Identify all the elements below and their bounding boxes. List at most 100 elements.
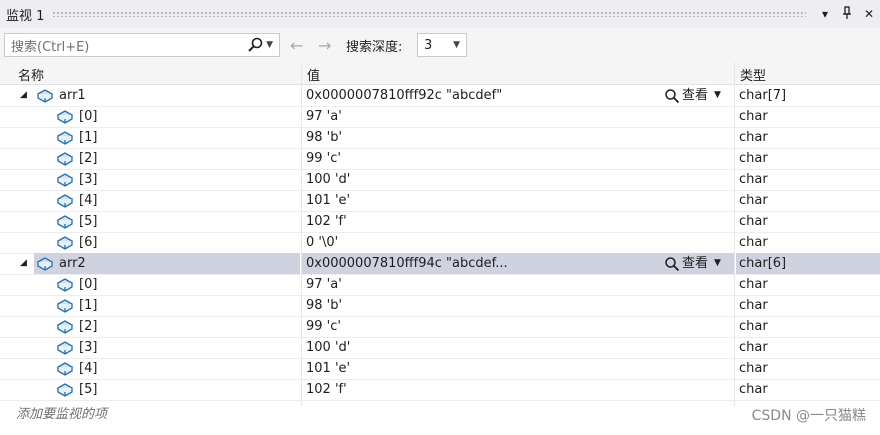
value-cell[interactable]: 100 'd' [302, 337, 734, 358]
watch-row-element[interactable]: [3] 100 'd' char [0, 169, 880, 191]
type-cell[interactable]: char [736, 316, 880, 337]
variable-name: arr2 [59, 256, 86, 271]
type-cell[interactable]: char [736, 358, 880, 379]
type-cell[interactable]: char [736, 379, 880, 400]
name-cell[interactable]: [0] [34, 106, 300, 127]
type-cell[interactable]: char [736, 295, 880, 316]
close-icon[interactable]: ✕ [858, 7, 880, 21]
variable-icon [56, 298, 74, 314]
type-cell[interactable]: char [736, 232, 880, 253]
variable-icon [56, 319, 74, 335]
name-cell[interactable]: [1] [34, 295, 300, 316]
variable-icon [56, 235, 74, 251]
column-name-header[interactable]: 名称 [18, 65, 44, 84]
view-button[interactable]: 查看 ▼ [664, 253, 721, 274]
variable-name: [5] [79, 214, 98, 229]
watch-row-element[interactable]: [6] 0 '\0' char [0, 232, 880, 254]
name-cell[interactable]: arr2 [34, 253, 300, 274]
type-cell[interactable]: char[6] [736, 253, 880, 274]
caret-down-icon[interactable]: ▼ [714, 253, 721, 274]
column-type-header[interactable]: 类型 [740, 65, 766, 84]
type-cell[interactable]: char [736, 274, 880, 295]
value-cell[interactable]: 0x0000007810fff92c "abcdef" 查看 ▼ [302, 85, 734, 106]
expand-collapse-icon[interactable]: ◢ [20, 253, 32, 274]
name-cell[interactable]: [1] [34, 127, 300, 148]
type-cell[interactable]: char[7] [736, 85, 880, 106]
watch-row-element[interactable]: [2] 99 'c' char [0, 148, 880, 170]
value-cell[interactable]: 101 'e' [302, 358, 734, 379]
column-value-header[interactable]: 值 [307, 65, 320, 84]
watch-row-element[interactable]: [1] 98 'b' char [0, 127, 880, 149]
value-cell[interactable]: 102 'f' [302, 379, 734, 400]
watch-row-element[interactable]: [2] 99 'c' char [0, 316, 880, 338]
variable-type: char [739, 277, 768, 292]
value-cell[interactable]: 99 'c' [302, 316, 734, 337]
name-cell[interactable]: [2] [34, 148, 300, 169]
value-cell[interactable]: 98 'b' [302, 295, 734, 316]
caret-down-icon[interactable]: ▼ [714, 85, 721, 106]
type-cell[interactable]: char [736, 211, 880, 232]
variable-value: 102 'f' [306, 382, 347, 397]
value-cell[interactable]: 102 'f' [302, 211, 734, 232]
name-cell[interactable]: [5] [34, 211, 300, 232]
type-cell[interactable]: char [736, 148, 880, 169]
name-cell[interactable]: [6] [34, 232, 300, 253]
name-cell[interactable]: arr1 [34, 85, 300, 106]
type-cell[interactable]: char [736, 169, 880, 190]
name-cell[interactable]: [4] [34, 190, 300, 211]
variable-type: char [739, 298, 768, 313]
chevron-down-icon[interactable]: ▼ [453, 40, 460, 50]
value-cell[interactable]: 97 'a' [302, 106, 734, 127]
add-watch-hint[interactable]: 添加要监视的项 [16, 403, 107, 422]
search-depth-select[interactable]: 3 ▼ [417, 33, 467, 57]
variable-name: [2] [79, 319, 98, 334]
watch-row-element[interactable]: [0] 97 'a' char [0, 274, 880, 296]
search-depth-value[interactable]: 3 [424, 38, 453, 53]
title-bar: 监视 1 ▾ ✕ [0, 0, 880, 28]
value-cell[interactable]: 101 'e' [302, 190, 734, 211]
watch-row-element[interactable]: [3] 100 'd' char [0, 337, 880, 359]
type-cell[interactable]: char [736, 127, 880, 148]
watch-row-element[interactable]: [0] 97 'a' char [0, 106, 880, 128]
type-cell[interactable]: char [736, 106, 880, 127]
name-cell[interactable]: [5] [34, 379, 300, 400]
variable-name: [0] [79, 109, 98, 124]
expand-collapse-icon[interactable]: ◢ [20, 85, 32, 106]
search-placeholder[interactable]: 搜索(Ctrl+E) [11, 36, 246, 55]
watch-row-variable[interactable]: ◢ arr1 0x0000007810fff92c "abcdef" 查看 ▼ char[… [0, 85, 880, 107]
pin-icon[interactable] [836, 5, 858, 23]
name-cell[interactable]: [2] [34, 316, 300, 337]
value-cell[interactable]: 0 '\0' [302, 232, 734, 253]
search-options-caret-icon[interactable]: ▼ [266, 40, 273, 50]
value-cell[interactable]: 99 'c' [302, 148, 734, 169]
variable-name: [5] [79, 382, 98, 397]
variable-type: char [739, 130, 768, 145]
name-cell[interactable]: [0] [34, 274, 300, 295]
search-icon[interactable] [246, 36, 264, 54]
watch-row-element[interactable]: [5] 102 'f' char [0, 379, 880, 401]
search-depth-label: 搜索深度: [346, 40, 403, 55]
watch-row-element[interactable]: [1] 98 'b' char [0, 295, 880, 317]
watch-row-variable[interactable]: ◢ arr2 0x0000007810fff94c "abcdef... 查看 ▼ cha… [0, 253, 880, 275]
drag-grip[interactable] [52, 11, 806, 17]
watch-row-element[interactable]: [4] 101 'e' char [0, 190, 880, 212]
arrow-right-icon[interactable]: → [318, 36, 331, 55]
type-cell[interactable]: char [736, 337, 880, 358]
name-cell[interactable]: [3] [34, 169, 300, 190]
name-cell[interactable]: [3] [34, 337, 300, 358]
watch-row-element[interactable]: [5] 102 'f' char [0, 211, 880, 233]
value-cell[interactable]: 97 'a' [302, 274, 734, 295]
caret-down-icon[interactable]: ▾ [814, 7, 836, 21]
variable-value: 99 'c' [306, 151, 341, 166]
value-cell[interactable]: 98 'b' [302, 127, 734, 148]
arrow-left-icon[interactable]: ← [290, 36, 303, 55]
name-cell[interactable]: [4] [34, 358, 300, 379]
search-input[interactable]: 搜索(Ctrl+E) ▼ [4, 33, 280, 57]
type-cell[interactable]: char [736, 190, 880, 211]
watch-row-element[interactable]: [4] 101 'e' char [0, 358, 880, 380]
value-cell[interactable]: 100 'd' [302, 169, 734, 190]
variable-value: 100 'd' [306, 172, 351, 187]
value-cell[interactable]: 0x0000007810fff94c "abcdef... 查看 ▼ [302, 253, 734, 274]
toolbar: 搜索(Ctrl+E) ▼ ← → 搜索深度: 3 ▼ [0, 28, 880, 62]
view-button[interactable]: 查看 ▼ [664, 85, 721, 106]
